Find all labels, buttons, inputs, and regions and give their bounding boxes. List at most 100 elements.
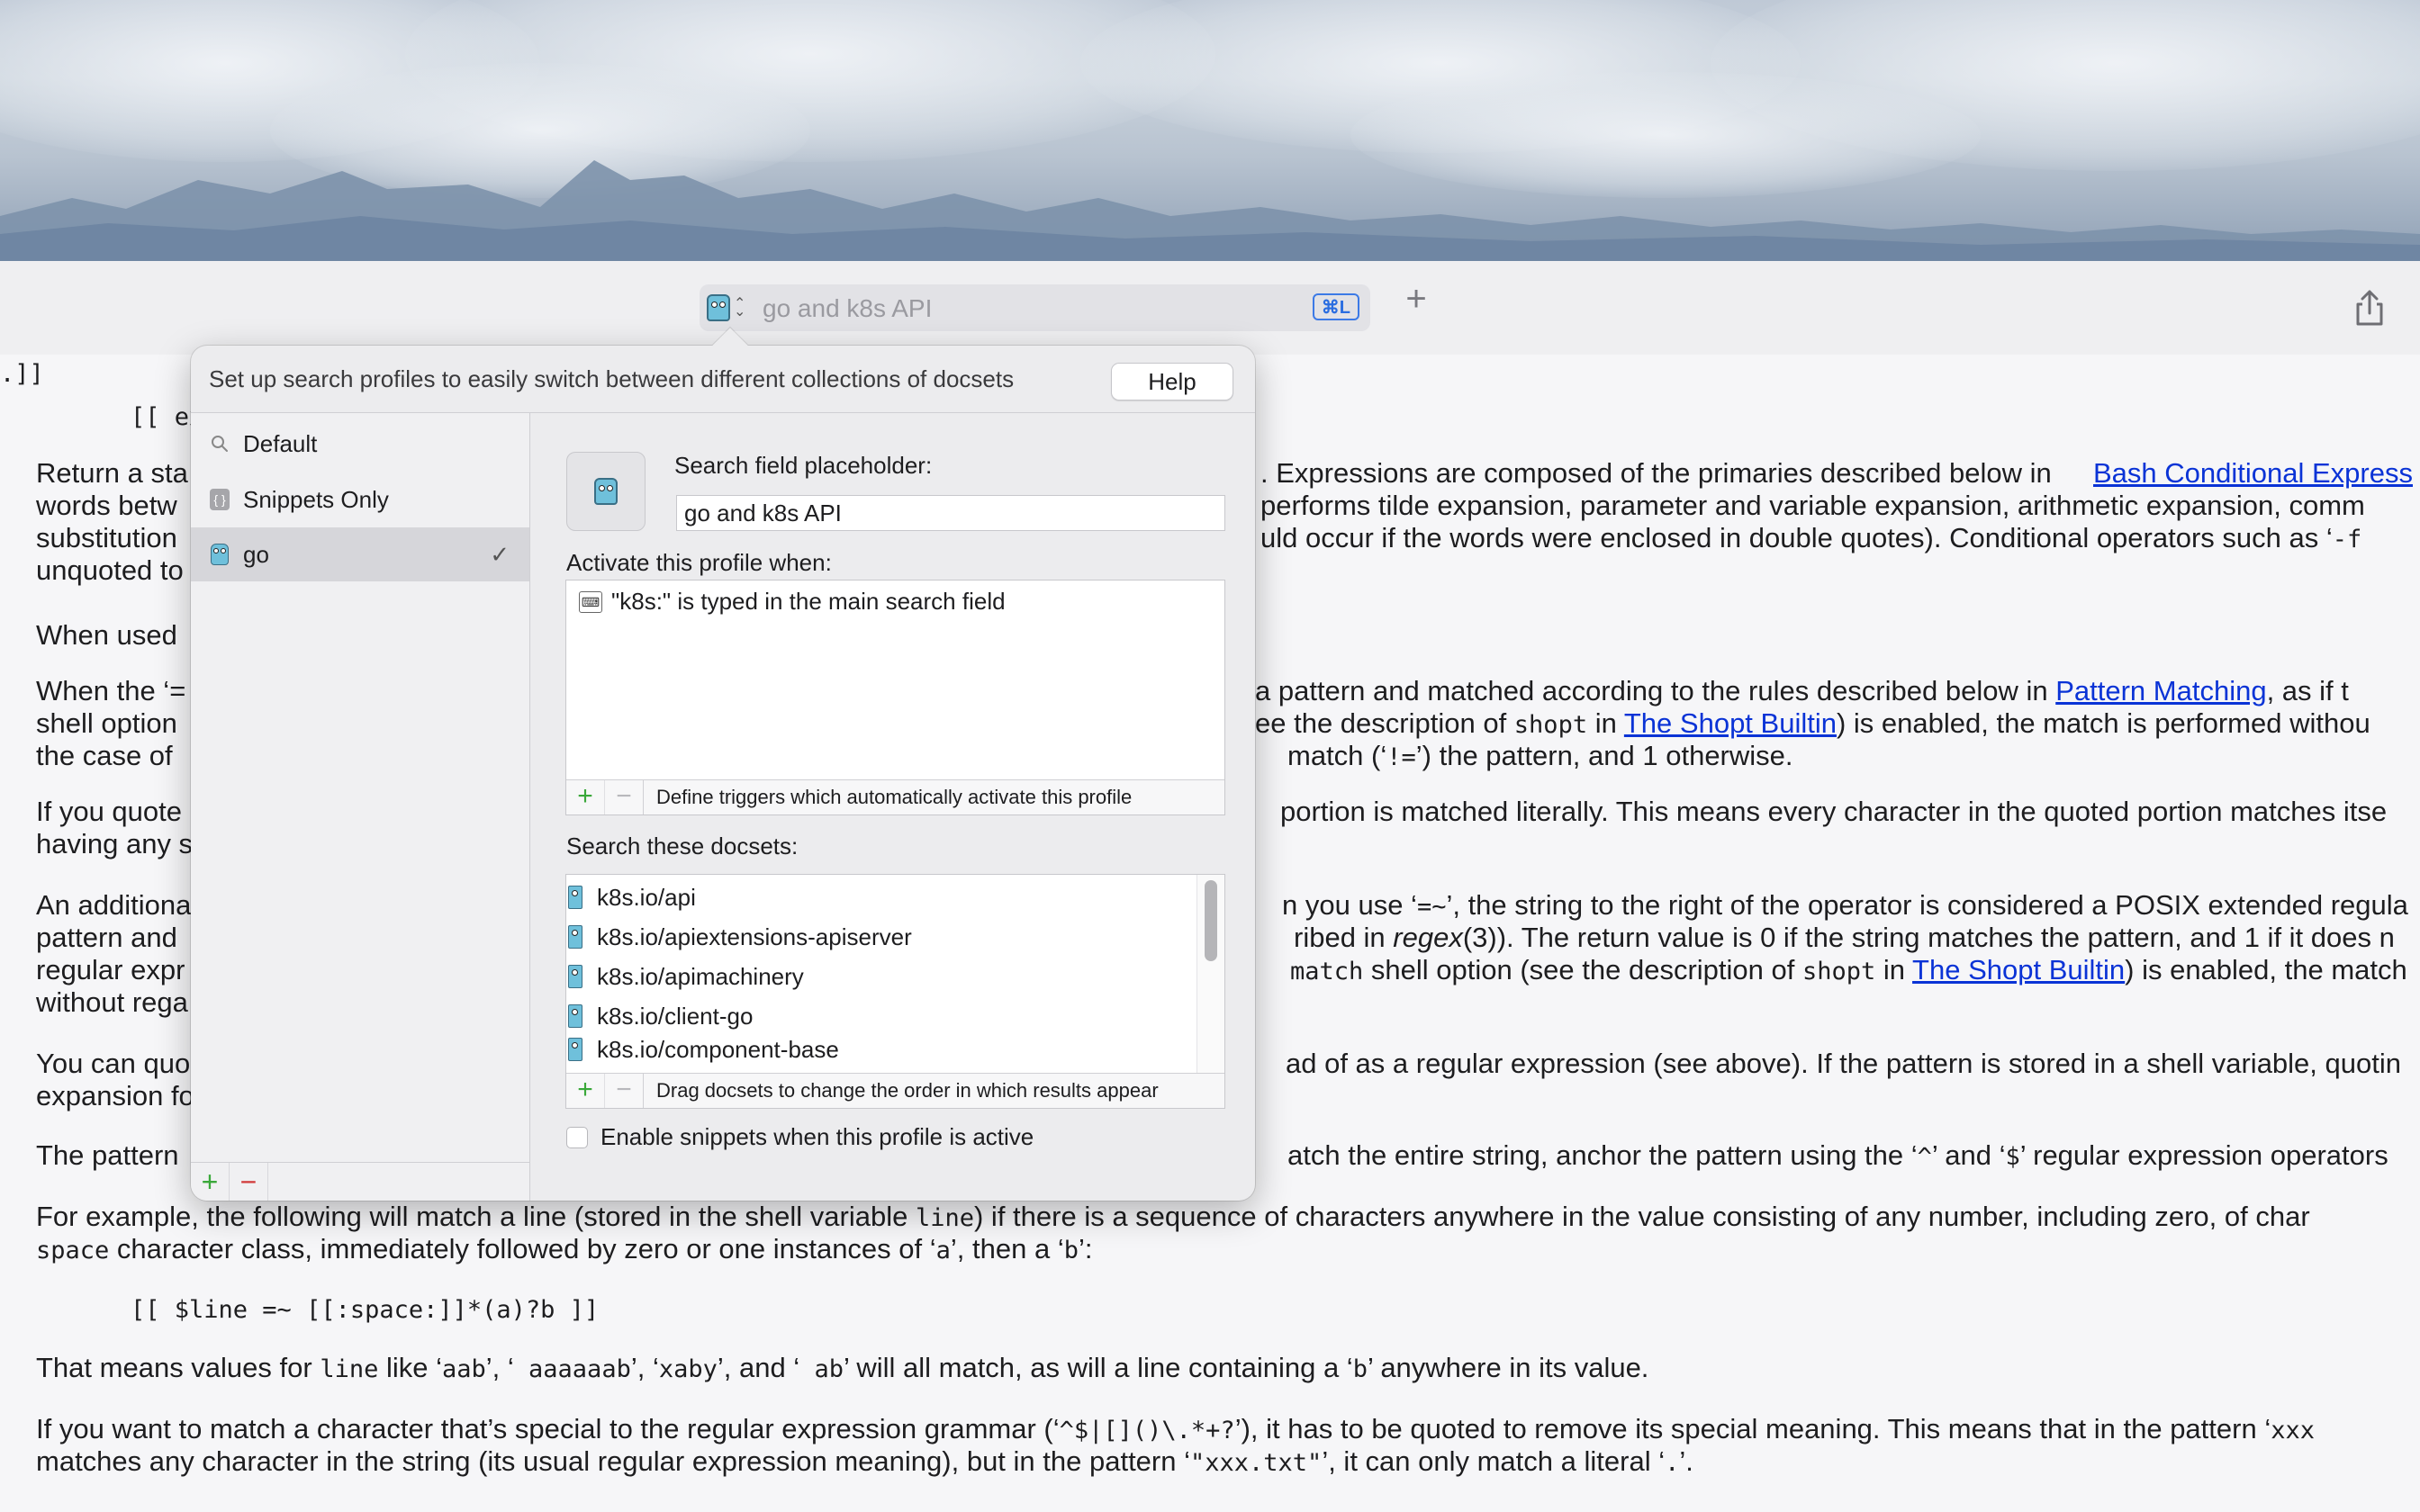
add-trigger-button[interactable]: + — [566, 780, 604, 814]
search-icon — [209, 435, 230, 453]
help-button[interactable]: Help — [1111, 363, 1233, 400]
code-fragment: b — [1352, 1355, 1368, 1383]
code-fragment: shopt — [1513, 711, 1588, 739]
code-example: [[ $line =~ [[:space:]]*(a)?b ]] — [131, 1296, 600, 1324]
text: ’, then a ‘ — [950, 1233, 1064, 1264]
trigger-item[interactable]: ⌨ "k8s:" is typed in the main search fie… — [579, 588, 1006, 616]
add-docset-button[interactable]: + — [566, 1074, 604, 1108]
code-fragment: line — [915, 1204, 974, 1232]
link-shopt-builtin[interactable]: The Shopt Builtin — [1624, 707, 1837, 739]
text: ribed in — [1294, 922, 1394, 953]
docset-item[interactable]: k8s.io/api — [566, 878, 1187, 917]
text: The pattern — [36, 1139, 179, 1171]
docset-label: k8s.io/api — [597, 883, 696, 911]
text: ) is enabled, the match is performed wit… — [1836, 707, 2370, 739]
text: unquoted to — [36, 554, 184, 586]
placeholder-field[interactable] — [676, 495, 1225, 531]
docset-item[interactable]: k8s.io/apiextensions-apiserver — [566, 917, 1187, 957]
text: ) if there is a sequence of characters a… — [974, 1201, 2310, 1232]
gopher-docset-icon — [568, 925, 582, 949]
text: atch the entire string, anchor the patte… — [1287, 1139, 1918, 1171]
profile-item-default[interactable]: Default — [191, 417, 529, 471]
remove-trigger-button[interactable]: − — [604, 780, 644, 814]
code-fragment: xxx — [2271, 1417, 2315, 1444]
text: ’, it can only match a literal ‘ — [1322, 1445, 1666, 1477]
desktop-wallpaper — [0, 0, 2420, 261]
new-tab-button[interactable]: + — [1400, 281, 1432, 317]
updown-chevron-icon: ⌃ ⌄ — [734, 296, 746, 320]
code-fragment: ab — [799, 1355, 844, 1383]
profile-detail: Search field placeholder: Activate this … — [530, 413, 1255, 1201]
text: ad of as a regular expression (see above… — [1286, 1048, 2401, 1079]
text: (3)). The return value is 0 if the strin… — [1462, 922, 2395, 953]
text: If you want to match a character that’s … — [36, 1413, 1060, 1444]
paragraph: For example, the following will match a … — [36, 1201, 2420, 1235]
docset-label: k8s.io/client-go — [597, 1002, 754, 1030]
link-shopt-builtin[interactable]: The Shopt Builtin — [1912, 954, 2125, 986]
keyboard-trigger-icon: ⌨ — [579, 590, 602, 613]
text: having any s — [36, 828, 194, 860]
paragraph: matches any character in the string (its… — [36, 1445, 2420, 1480]
text: ’, ‘ — [630, 1352, 659, 1383]
text: ’ and ‘ — [1931, 1139, 2006, 1171]
text: Return a sta — [36, 457, 188, 489]
profile-list-footer: + − — [191, 1162, 529, 1201]
text: ’, and ‘ — [717, 1352, 800, 1383]
toolbar: ⌃⌄ ⌘L + — [0, 261, 2420, 356]
scrollbar-thumb[interactable] — [1205, 880, 1217, 961]
text: ’), it has to be quoted to remove its sp… — [1234, 1413, 2271, 1444]
remove-profile-button[interactable]: − — [229, 1163, 268, 1201]
search-bar[interactable]: ⌃⌄ ⌘L — [700, 284, 1370, 331]
code-fragment: "xxx.txt" — [1190, 1449, 1323, 1477]
text: like ‘ — [378, 1352, 442, 1383]
link-pattern-matching[interactable]: Pattern Matching — [2055, 675, 2266, 706]
checkmark-icon: ✓ — [490, 540, 510, 568]
profile-item-snippets-only[interactable]: { } Snippets Only — [191, 472, 529, 526]
text: ee the description of — [1255, 707, 1514, 739]
code-fragment: $ — [2005, 1143, 2020, 1171]
docset-item[interactable]: k8s.io/apimachinery — [566, 957, 1187, 996]
code-fragment: xaby — [658, 1355, 718, 1383]
trigger-hint: Define triggers which automatically acti… — [656, 786, 1133, 808]
code-fragment: a — [935, 1237, 951, 1264]
text-emphasis: regex — [1393, 922, 1463, 953]
search-input[interactable] — [761, 290, 1287, 328]
text: ’ anywhere in its value. — [1367, 1352, 1649, 1383]
code-fragment: .]] — [0, 360, 44, 388]
text: You can quo — [36, 1048, 191, 1079]
text: When the ‘= — [36, 675, 186, 706]
gopher-icon — [594, 478, 618, 505]
text: words betw — [36, 490, 177, 521]
trigger-list: ⌨ "k8s:" is typed in the main search fie… — [565, 580, 1225, 815]
trigger-label: "k8s:" is typed in the main search field — [611, 588, 1006, 615]
docset-label: k8s.io/apiextensions-apiserver — [597, 922, 912, 950]
code-fragment: match — [1290, 958, 1364, 986]
text: An additiona — [36, 889, 192, 921]
code-fragment: ^$|[]()\.*+? — [1059, 1417, 1235, 1444]
docset-label: k8s.io/apimachinery — [597, 962, 804, 990]
profile-item-go[interactable]: go ✓ — [191, 527, 529, 581]
text: ’: — [1079, 1233, 1093, 1264]
share-button[interactable] — [2352, 288, 2388, 328]
add-profile-button[interactable]: + — [191, 1163, 229, 1201]
docset-scrollbar[interactable] — [1196, 875, 1224, 1075]
docset-item[interactable]: k8s.io/client-go — [566, 996, 1187, 1036]
code-fragment: . — [1665, 1449, 1680, 1477]
docset-label: k8s.io/component-base — [597, 1036, 839, 1063]
text: n you use ‘ — [1282, 889, 1417, 921]
profile-icon-well[interactable] — [566, 452, 646, 531]
profile-switcher-button[interactable]: ⌃ ⌄ — [707, 290, 754, 326]
text: ’) the pattern, and 1 otherwise. — [1415, 740, 1793, 771]
link-bash-conditional[interactable]: Bash Conditional Express — [2093, 457, 2413, 490]
code-fragment: aaaaaab — [513, 1355, 631, 1383]
remove-docset-button[interactable]: − — [604, 1074, 644, 1108]
popover-description: Set up search profiles to easily switch … — [209, 365, 1015, 392]
docset-item[interactable]: k8s.io/component-base — [566, 1036, 1187, 1063]
paragraph: That means values for line like ‘aab’, ‘… — [36, 1352, 2420, 1386]
code-fragment: space — [36, 1237, 110, 1264]
text: When used — [36, 619, 177, 651]
enable-snippets-checkbox[interactable] — [566, 1126, 588, 1148]
docset-list-footer: + − Drag docsets to change the order in … — [565, 1073, 1225, 1109]
search-profiles-popover: Set up search profiles to easily switch … — [191, 346, 1255, 1201]
docset-list: k8s.io/api k8s.io/apiextensions-apiserve… — [565, 874, 1225, 1075]
